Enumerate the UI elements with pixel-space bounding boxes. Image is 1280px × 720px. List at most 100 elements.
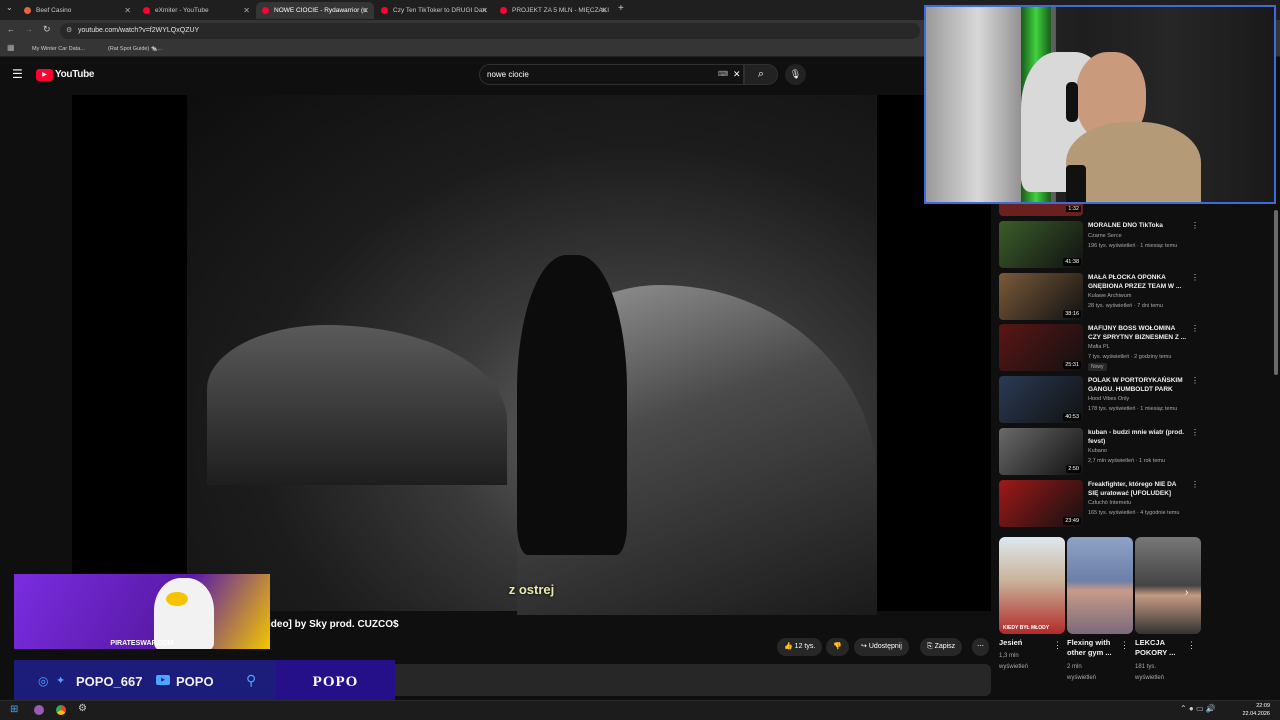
search-button[interactable]: ⌕ [744,64,778,85]
more-options-icon[interactable]: ⋮ [1191,376,1199,385]
short-menu-icon[interactable]: ⋮ [1120,640,1129,651]
channel-name[interactable]: Kulawe Archiwum [1088,292,1131,300]
instagram-icon: ◎ [38,674,49,688]
clock[interactable]: 22:09 22.04.2026 [1238,702,1270,718]
tab-label: NOWE CIOCIE - Rydawarrior (o [274,7,367,14]
forward-arrow-icon[interactable]: → [25,25,33,34]
recommendation-title[interactable]: MORALNE DNO TikToka [1088,221,1188,230]
video-duration: 41:38 [1063,258,1081,266]
tab-beef-casino[interactable]: Beef Casino ✕ [18,2,136,19]
video-thumbnail[interactable]: 23:49 [999,480,1083,527]
short-views-label: wyświetleń [1067,675,1097,681]
tab-projekt[interactable]: PROJEKT ZA 5 MLN - MIĘCZAKI ✕ [494,2,612,19]
clear-search-icon[interactable]: ✕ [733,65,741,84]
thumbs-down-icon: 👎 [833,643,842,650]
video-thumbnail[interactable]: 25:31 [999,324,1083,371]
short-views-count: 1,3 mln [999,653,1019,659]
partial-recommendation-thumb[interactable]: 1:32 [999,204,1083,216]
tab-label: PROJEKT ZA 5 MLN - MIĘCZAKI [512,7,610,14]
recommendation-item[interactable]: 25:31 MAFIJNY BOSS WOŁOMINA CZY SPRYTNY B… [999,324,1199,372]
more-options-icon[interactable]: ⋮ [1191,480,1199,489]
video-thumbnail[interactable]: 40:53 [999,376,1083,423]
search-input[interactable]: nowe ciocie ⌨ ✕ [479,64,744,85]
more-options-icon[interactable]: ⋮ [1191,273,1199,282]
channel-name[interactable]: Człuchó Internetu [1088,499,1131,507]
share-button[interactable]: ↪ Udostępnij [854,638,909,656]
short-menu-icon[interactable]: ⋮ [1187,640,1196,651]
search-icon: ⌕ [757,68,765,80]
like-button[interactable]: 👍 12 tys. [777,638,823,656]
bookmark-rat-spot[interactable]: (Rat Spot Guide) 🐀... [108,44,162,55]
hamburger-menu-icon[interactable]: ☰ [12,67,23,81]
recommendation-item[interactable]: 2:50 kuban - budzi mnie wiatr (prod. fevs… [999,428,1199,476]
video-thumbnail[interactable]: 38:16 [999,273,1083,320]
video-duration: 25:31 [1063,361,1081,369]
dislike-button[interactable]: 👎 [826,638,849,656]
more-actions-button[interactable]: ⋯ [972,638,989,656]
close-tab-icon[interactable]: ✕ [124,2,131,19]
next-shorts-chevron-icon[interactable]: › [1185,587,1188,598]
short-menu-icon[interactable]: ⋮ [1053,640,1062,651]
new-badge: Nowy [1088,363,1107,371]
tab-nowe-ciocie[interactable]: NOWE CIOCIE - Rydawarrior (o ✕ [256,2,374,19]
close-tab-icon[interactable]: ✕ [243,2,250,19]
site-info-icon[interactable]: ⚙ [66,23,72,39]
apps-grid-icon[interactable]: ▦ [7,43,15,52]
chrome-icon[interactable] [56,705,66,715]
recommendation-title[interactable]: MAFIJNY BOSS WOŁOMINA CZY SPRYTNY BIZNES… [1088,324,1188,342]
close-tab-icon[interactable]: ✕ [600,2,607,19]
more-options-icon[interactable]: ⋮ [1191,221,1199,230]
save-button[interactable]: ⎘ Zapisz [920,638,963,656]
youtube-play-logo-icon: ▶ [36,68,53,81]
recommendation-item[interactable]: 23:49 Freakfighter, którego NIE DA SIĘ ur… [999,480,1199,528]
video-thumbnail[interactable]: 41:38 [999,221,1083,268]
recommendation-title[interactable]: kuban - budzi mnie wiatr (prod. fevst) [1088,428,1188,446]
channel-name[interactable]: Czarne Serce [1088,232,1122,240]
back-arrow-icon[interactable]: ← [7,25,15,34]
app-icon[interactable] [34,705,44,715]
recommendation-title[interactable]: MAŁA PŁOCKA OPONKA GNĘBIONA PRZEZ TEAM W… [1088,273,1188,291]
keyboard-icon[interactable]: ⌨ [718,65,728,84]
clock-time: 22:09 [1256,703,1270,709]
recommendation-item[interactable]: 38:16 MAŁA PŁOCKA OPONKA GNĘBIONA PRZEZ T… [999,273,1199,321]
video-meta: 178 tys. wyświetleń · 1 miesiąc temu [1088,406,1178,412]
tray-icons[interactable]: ⌃ ● ▭ 🔊 [1180,704,1216,713]
more-options-icon[interactable]: ⋮ [1191,324,1199,333]
app-icon-2[interactable]: ⚙ [78,703,87,714]
channel-name[interactable]: Mafia PL [1088,343,1110,351]
recommendation-title[interactable]: Freakfighter, którego NIE DA SIĘ uratowa… [1088,480,1188,498]
short-thumb-1[interactable]: KIEDY BYŁ MŁODY [999,537,1065,634]
recommendation-title[interactable]: POLAK W PORTORYKAŃSKIM GANGU. HUMBOLDT P… [1088,376,1188,394]
voice-search-button[interactable]: 🎙 [785,64,806,85]
youtube-logo[interactable]: ▶ YouTube [36,68,95,81]
short-title-1[interactable]: Jesień [999,638,1051,648]
more-options-icon[interactable]: ⋮ [1191,428,1199,437]
url-field[interactable]: ⚙ youtube.com/watch?v=f2WYLQxQZUY [60,23,920,39]
sidebar-scrollbar[interactable] [1274,210,1278,375]
new-tab-plus-icon[interactable]: + [618,3,624,14]
reload-icon[interactable]: ↻ [43,24,51,35]
short-title-3[interactable]: LEKCJA POKORY ... [1135,638,1185,658]
short-thumb-2[interactable] [1067,537,1133,634]
short-thumb-3[interactable]: › [1135,537,1201,634]
windows-start-icon[interactable]: ⊞ [10,704,18,715]
short-title-2[interactable]: Flexing with other gym ... [1067,638,1119,658]
short-caption: KIEDY BYŁ MŁODY [1003,625,1050,631]
short-views-label: wyświetleń [1135,675,1165,681]
tab-tiktoker[interactable]: Czy Ten TikToker to DRUGI Dan ✕ [375,2,493,19]
tab-list-chevron-icon[interactable]: ⌄ [6,3,13,12]
close-tab-icon[interactable]: ✕ [362,2,369,19]
recommendation-item[interactable]: 40:53 POLAK W PORTORYKAŃSKIM GANGU. HUMBO… [999,376,1199,424]
video-meta: 2,7 mln wyświetleń · 1 rok temu [1088,458,1166,464]
share-label: Udostępnij [868,643,902,650]
recommendation-item[interactable]: 41:38 MORALNE DNO TikToka Czarne Serce 196 … [999,221,1199,269]
tab-exmiter[interactable]: eXmiter - YouTube ✕ [137,2,255,19]
channel-name[interactable]: Hood Vibes Only [1088,395,1129,403]
channel-name[interactable]: Kubano [1088,447,1107,455]
close-tab-icon[interactable]: ✕ [481,2,488,19]
youtube-favicon-icon [500,7,507,14]
video-thumbnail[interactable]: 2:50 [999,428,1083,475]
url-text: youtube.com/watch?v=f2WYLQxQZUY [78,27,200,34]
short-views-3: 181 tys. wyświetleń [1135,662,1164,684]
bookmark-winter-car[interactable]: My Winter Car Data... [32,44,85,55]
